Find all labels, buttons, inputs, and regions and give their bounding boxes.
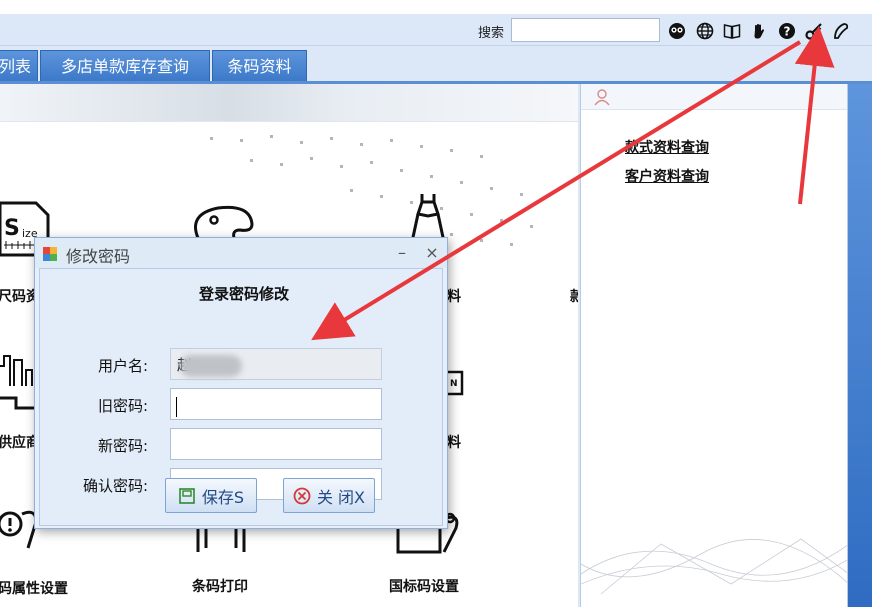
- annotation-arrows: [311, 26, 835, 341]
- arrow-to-username: [311, 40, 802, 341]
- arrow-to-key-icon: [794, 26, 835, 205]
